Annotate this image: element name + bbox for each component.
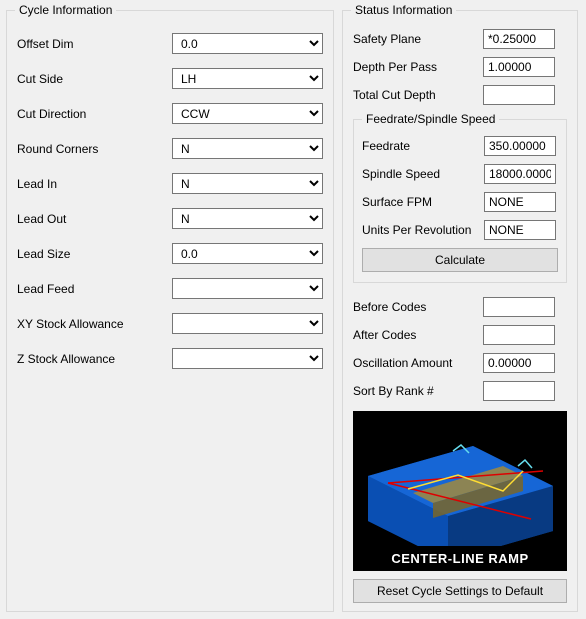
cut-direction-select[interactable]: CCW [172, 103, 323, 124]
safety-plane-label: Safety Plane [353, 32, 483, 46]
surface-fpm-label: Surface FPM [362, 195, 484, 209]
preview-caption: CENTER-LINE RAMP [353, 546, 567, 571]
lead-out-label: Lead Out [17, 212, 172, 226]
after-codes-input[interactable] [483, 325, 555, 345]
after-codes-row: After Codes [353, 325, 567, 345]
offset-dim-select[interactable]: 0.0 [172, 33, 323, 54]
before-codes-row: Before Codes [353, 297, 567, 317]
status-info-title: Status Information [351, 3, 456, 17]
cut-side-label: Cut Side [17, 72, 172, 86]
lead-out-row: Lead Out N [17, 208, 323, 229]
depth-per-pass-row: Depth Per Pass [353, 57, 567, 77]
z-stock-label: Z Stock Allowance [17, 352, 172, 366]
calculate-button[interactable]: Calculate [362, 248, 558, 272]
safety-plane-input[interactable] [483, 29, 555, 49]
feedrate-group-title: Feedrate/Spindle Speed [362, 112, 499, 126]
upr-label: Units Per Revolution [362, 223, 484, 237]
xy-stock-label: XY Stock Allowance [17, 317, 172, 331]
status-info-group: Status Information Safety Plane Depth Pe… [342, 10, 578, 612]
lead-in-label: Lead In [17, 177, 172, 191]
feedrate-group: Feedrate/Spindle Speed Feedrate Spindle … [353, 119, 567, 283]
lead-size-select[interactable]: 0.0 [172, 243, 323, 264]
preview-image: CENTER-LINE RAMP [353, 411, 567, 571]
feedrate-label: Feedrate [362, 139, 484, 153]
offset-dim-label: Offset Dim [17, 37, 172, 51]
before-codes-label: Before Codes [353, 300, 483, 314]
cut-side-select[interactable]: LH [172, 68, 323, 89]
cycle-info-group: Cycle Information Offset Dim 0.0 Cut Sid… [6, 10, 334, 612]
feedrate-row: Feedrate [362, 136, 558, 156]
oscillation-label: Oscillation Amount [353, 356, 483, 370]
upr-row: Units Per Revolution [362, 220, 558, 240]
offset-dim-row: Offset Dim 0.0 [17, 33, 323, 54]
xy-stock-select[interactable] [172, 313, 323, 334]
cut-direction-row: Cut Direction CCW [17, 103, 323, 124]
z-stock-select[interactable] [172, 348, 323, 369]
lead-in-row: Lead In N [17, 173, 323, 194]
oscillation-row: Oscillation Amount [353, 353, 567, 373]
feedrate-input[interactable] [484, 136, 556, 156]
surface-fpm-input[interactable] [484, 192, 556, 212]
lead-feed-label: Lead Feed [17, 282, 172, 296]
sort-rank-row: Sort By Rank # [353, 381, 567, 401]
lead-in-select[interactable]: N [172, 173, 323, 194]
spindle-speed-input[interactable] [484, 164, 556, 184]
cycle-info-title: Cycle Information [15, 3, 116, 17]
lead-feed-row: Lead Feed [17, 278, 323, 299]
sort-rank-input[interactable] [483, 381, 555, 401]
cut-direction-label: Cut Direction [17, 107, 172, 121]
surface-fpm-row: Surface FPM [362, 192, 558, 212]
safety-plane-row: Safety Plane [353, 29, 567, 49]
before-codes-input[interactable] [483, 297, 555, 317]
total-cut-depth-input[interactable] [483, 85, 555, 105]
lead-feed-select[interactable] [172, 278, 323, 299]
cut-side-row: Cut Side LH [17, 68, 323, 89]
main-panel: Cycle Information Offset Dim 0.0 Cut Sid… [0, 0, 586, 616]
lead-size-label: Lead Size [17, 247, 172, 261]
lead-out-select[interactable]: N [172, 208, 323, 229]
z-stock-row: Z Stock Allowance [17, 348, 323, 369]
lead-size-row: Lead Size 0.0 [17, 243, 323, 264]
xy-stock-row: XY Stock Allowance [17, 313, 323, 334]
round-corners-label: Round Corners [17, 142, 172, 156]
sort-rank-label: Sort By Rank # [353, 384, 483, 398]
depth-per-pass-label: Depth Per Pass [353, 60, 483, 74]
spindle-speed-row: Spindle Speed [362, 164, 558, 184]
after-codes-label: After Codes [353, 328, 483, 342]
round-corners-select[interactable]: N [172, 138, 323, 159]
depth-per-pass-input[interactable] [483, 57, 555, 77]
spindle-speed-label: Spindle Speed [362, 167, 484, 181]
total-cut-depth-row: Total Cut Depth [353, 85, 567, 105]
oscillation-input[interactable] [483, 353, 555, 373]
round-corners-row: Round Corners N [17, 138, 323, 159]
reset-defaults-button[interactable]: Reset Cycle Settings to Default [353, 579, 567, 603]
total-cut-depth-label: Total Cut Depth [353, 88, 483, 102]
upr-input[interactable] [484, 220, 556, 240]
